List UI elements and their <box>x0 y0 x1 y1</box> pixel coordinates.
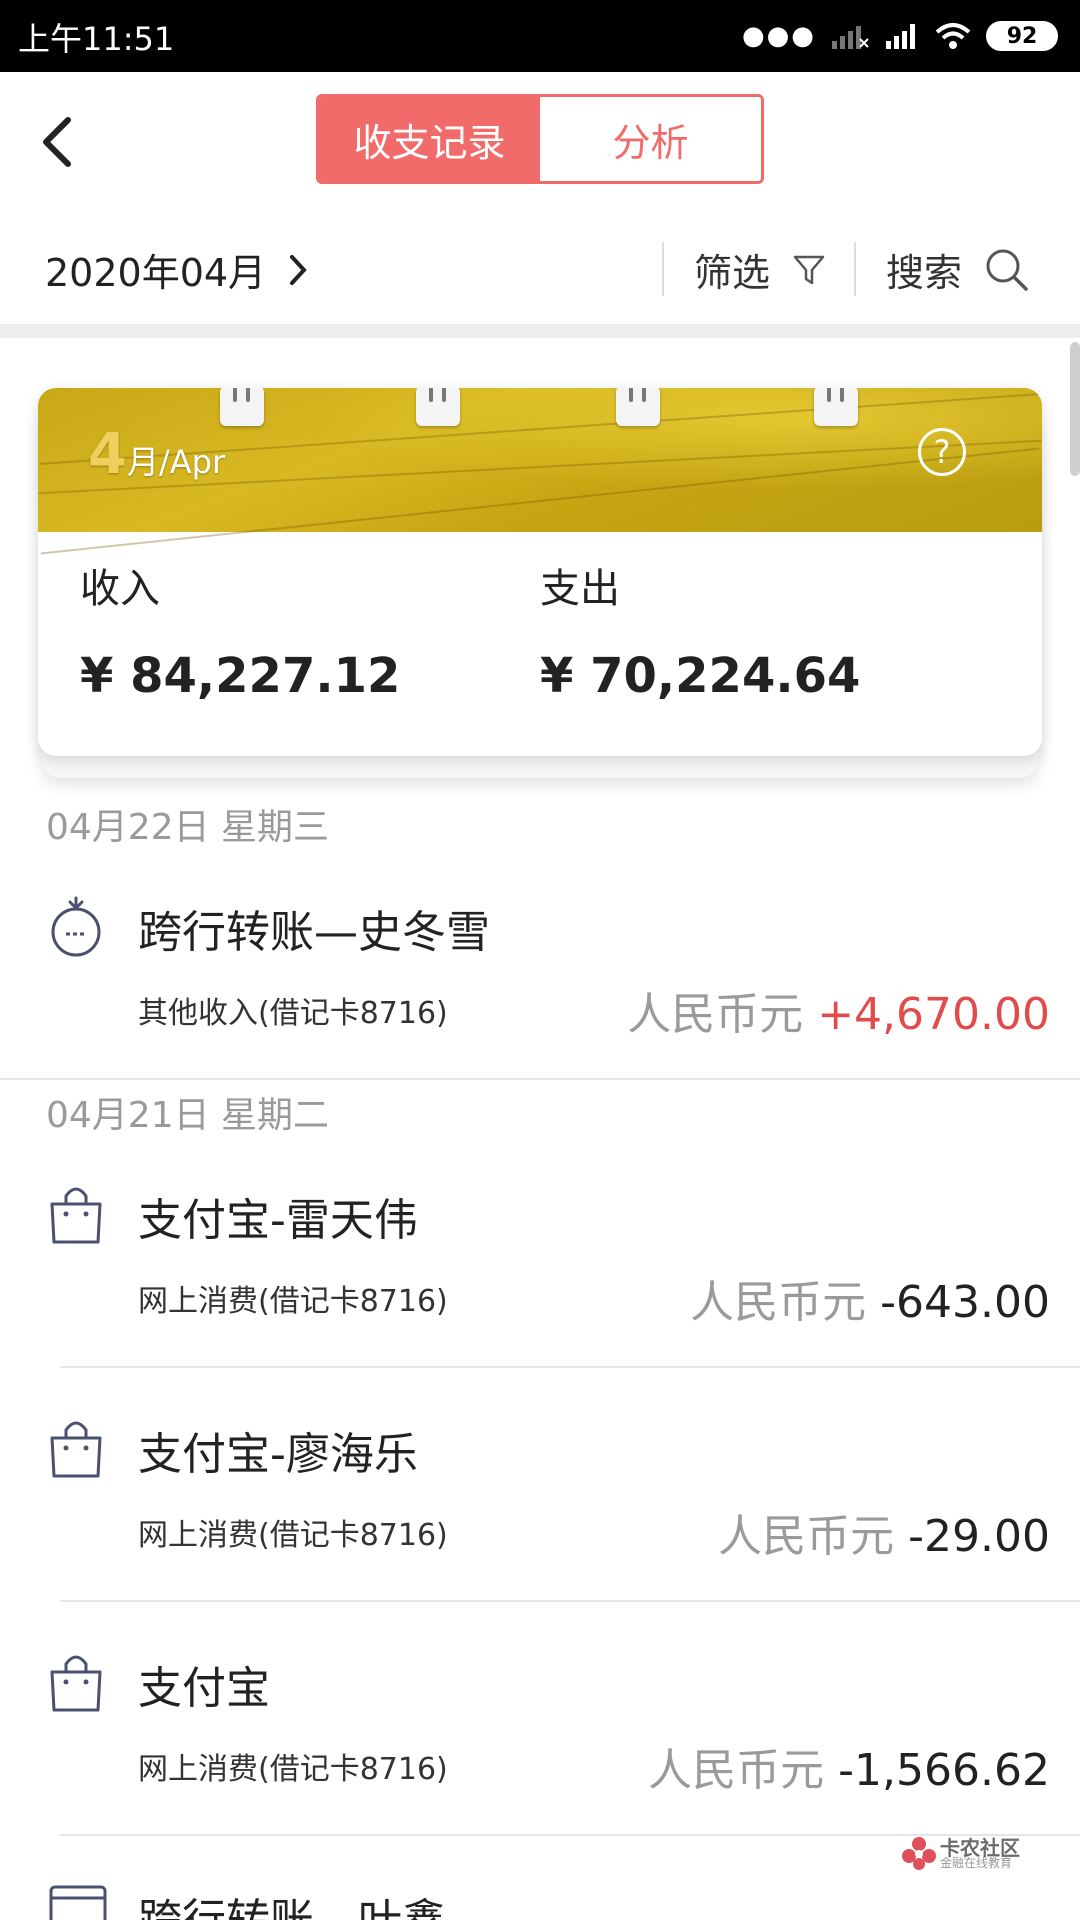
transfer-card-icon <box>49 1885 107 1920</box>
expense-label: 支出 <box>540 566 620 612</box>
currency-label: 人民币元 <box>718 1511 895 1562</box>
scrollbar[interactable] <box>1070 342 1080 476</box>
signal-sim2-icon <box>832 26 869 49</box>
calendar-ring <box>616 388 660 426</box>
currency-label: 人民币元 <box>648 1745 825 1796</box>
signal-icon <box>886 24 915 49</box>
tab-records[interactable]: 收支记录 <box>319 97 540 181</box>
transaction-category: 其他收入(借记卡8716) <box>138 996 448 1031</box>
amount-value: -1,566.62 <box>838 1745 1050 1796</box>
watermark-subtitle: 金融在线教育 <box>940 1856 1013 1870</box>
search-icon <box>986 249 1028 291</box>
funnel-icon <box>793 255 825 284</box>
income-amount: ¥ 84,227.12 <box>80 648 401 704</box>
expense-amount: ¥ 70,224.64 <box>540 648 861 704</box>
chevron-right-icon <box>290 254 307 285</box>
date-header: 04月22日 星期三 <box>46 807 330 848</box>
transaction-row[interactable]: 支付宝-廖海乐 网上消费(借记卡8716) 人民币元 -29.00 <box>0 1402 1080 1602</box>
transaction-amount: 人民币元 +4,670.00 <box>627 978 1050 1042</box>
transaction-amount: 人民币元 -643.00 <box>690 1266 1050 1330</box>
back-arrow-icon[interactable] <box>34 114 84 170</box>
transaction-amount: 人民币元 -29.00 <box>718 1500 1050 1564</box>
banner-month: 4月/Apr <box>88 422 225 487</box>
wifi-icon <box>935 23 971 49</box>
transaction-row[interactable]: 支付宝-雷天伟 网上消费(借记卡8716) 人民币元 -643.00 <box>0 1168 1080 1368</box>
transaction-name: 支付宝 <box>138 1663 270 1714</box>
summary-card: 4月/Apr ? 收入 ¥ 84,227.12 支出 ¥ 70,224.64 <box>38 388 1042 778</box>
transaction-name: 支付宝-廖海乐 <box>138 1429 418 1480</box>
transaction-name: 跨行转账—史冬雪 <box>138 907 490 958</box>
calendar-ring <box>814 388 858 426</box>
currency-label: 人民币元 <box>690 1277 867 1328</box>
amount-value: -29.00 <box>908 1511 1050 1562</box>
filter-label: 筛选 <box>694 251 771 295</box>
battery-indicator: 92 <box>986 21 1058 51</box>
calendar-banner: 4月/Apr ? <box>38 388 1042 555</box>
calendar-ring <box>416 388 460 426</box>
currency-label: 人民币元 <box>627 989 804 1040</box>
top-bar: 收支记录 分析 <box>0 72 1080 212</box>
view-switcher: 收支记录 分析 <box>316 94 764 184</box>
amount-value: +4,670.00 <box>817 989 1050 1040</box>
section-divider <box>0 324 1080 338</box>
date-header: 04月21日 星期二 <box>46 1095 330 1136</box>
shopping-bag-icon <box>50 1187 102 1244</box>
help-icon[interactable]: ? <box>918 428 966 476</box>
transaction-amount: 人民币元 -1,566.62 <box>648 1734 1050 1798</box>
transaction-name: 跨行转账—叶鑫 <box>138 1884 446 1920</box>
month-label: 2020年04月 <box>45 251 267 295</box>
watermark-logo: 卡农社区 金融在线教育 <box>900 1832 1060 1874</box>
row-divider <box>60 1600 1080 1602</box>
transaction-category: 网上消费(借记卡8716) <box>138 1284 448 1319</box>
transaction-row[interactable]: 跨行转账—史冬雪 其他收入(借记卡8716) 人民币元 +4,670.00 <box>0 880 1080 1080</box>
flower-logo-icon <box>902 1837 936 1870</box>
banner-month-number: 4 <box>88 422 127 487</box>
group-divider <box>0 1078 1080 1080</box>
summary-card-body: 4月/Apr ? 收入 ¥ 84,227.12 支出 ¥ 70,224.64 <box>38 388 1042 756</box>
transaction-category: 网上消费(借记卡8716) <box>138 1752 448 1787</box>
income-label: 收入 <box>80 566 160 612</box>
tab-analysis[interactable]: 分析 <box>540 97 761 181</box>
status-bar: 上午11:51 ●●● 92 <box>0 0 1080 72</box>
transaction-category: 网上消费(借记卡8716) <box>138 1518 448 1553</box>
more-dots-icon: ●●● <box>741 21 816 51</box>
amount-value: -643.00 <box>880 1277 1050 1328</box>
banner-month-suffix: 月/Apr <box>126 443 226 481</box>
transaction-row[interactable]: 跨行转账—叶鑫 <box>0 1870 1080 1920</box>
search-label: 搜索 <box>886 251 963 295</box>
income-summary: 收入 ¥ 84,227.12 <box>80 556 400 704</box>
filter-bar: 2020年04月 筛选 搜索 <box>0 212 1080 324</box>
row-divider <box>60 1366 1080 1368</box>
search-button[interactable]: 搜索 <box>886 242 1030 297</box>
status-time: 上午11:51 <box>18 20 175 58</box>
filter-button[interactable]: 筛选 <box>694 242 826 297</box>
month-selector[interactable]: 2020年04月 <box>45 242 308 297</box>
shopping-bag-icon <box>50 1655 102 1712</box>
money-bag-icon <box>51 896 101 957</box>
divider <box>854 242 856 296</box>
divider <box>662 242 664 296</box>
calendar-ring <box>220 388 264 426</box>
transaction-row[interactable]: 支付宝 网上消费(借记卡8716) 人民币元 -1,566.62 <box>0 1636 1080 1836</box>
expense-summary: 支出 ¥ 70,224.64 <box>540 556 860 704</box>
transaction-name: 支付宝-雷天伟 <box>138 1195 418 1246</box>
shopping-bag-icon <box>50 1421 102 1478</box>
